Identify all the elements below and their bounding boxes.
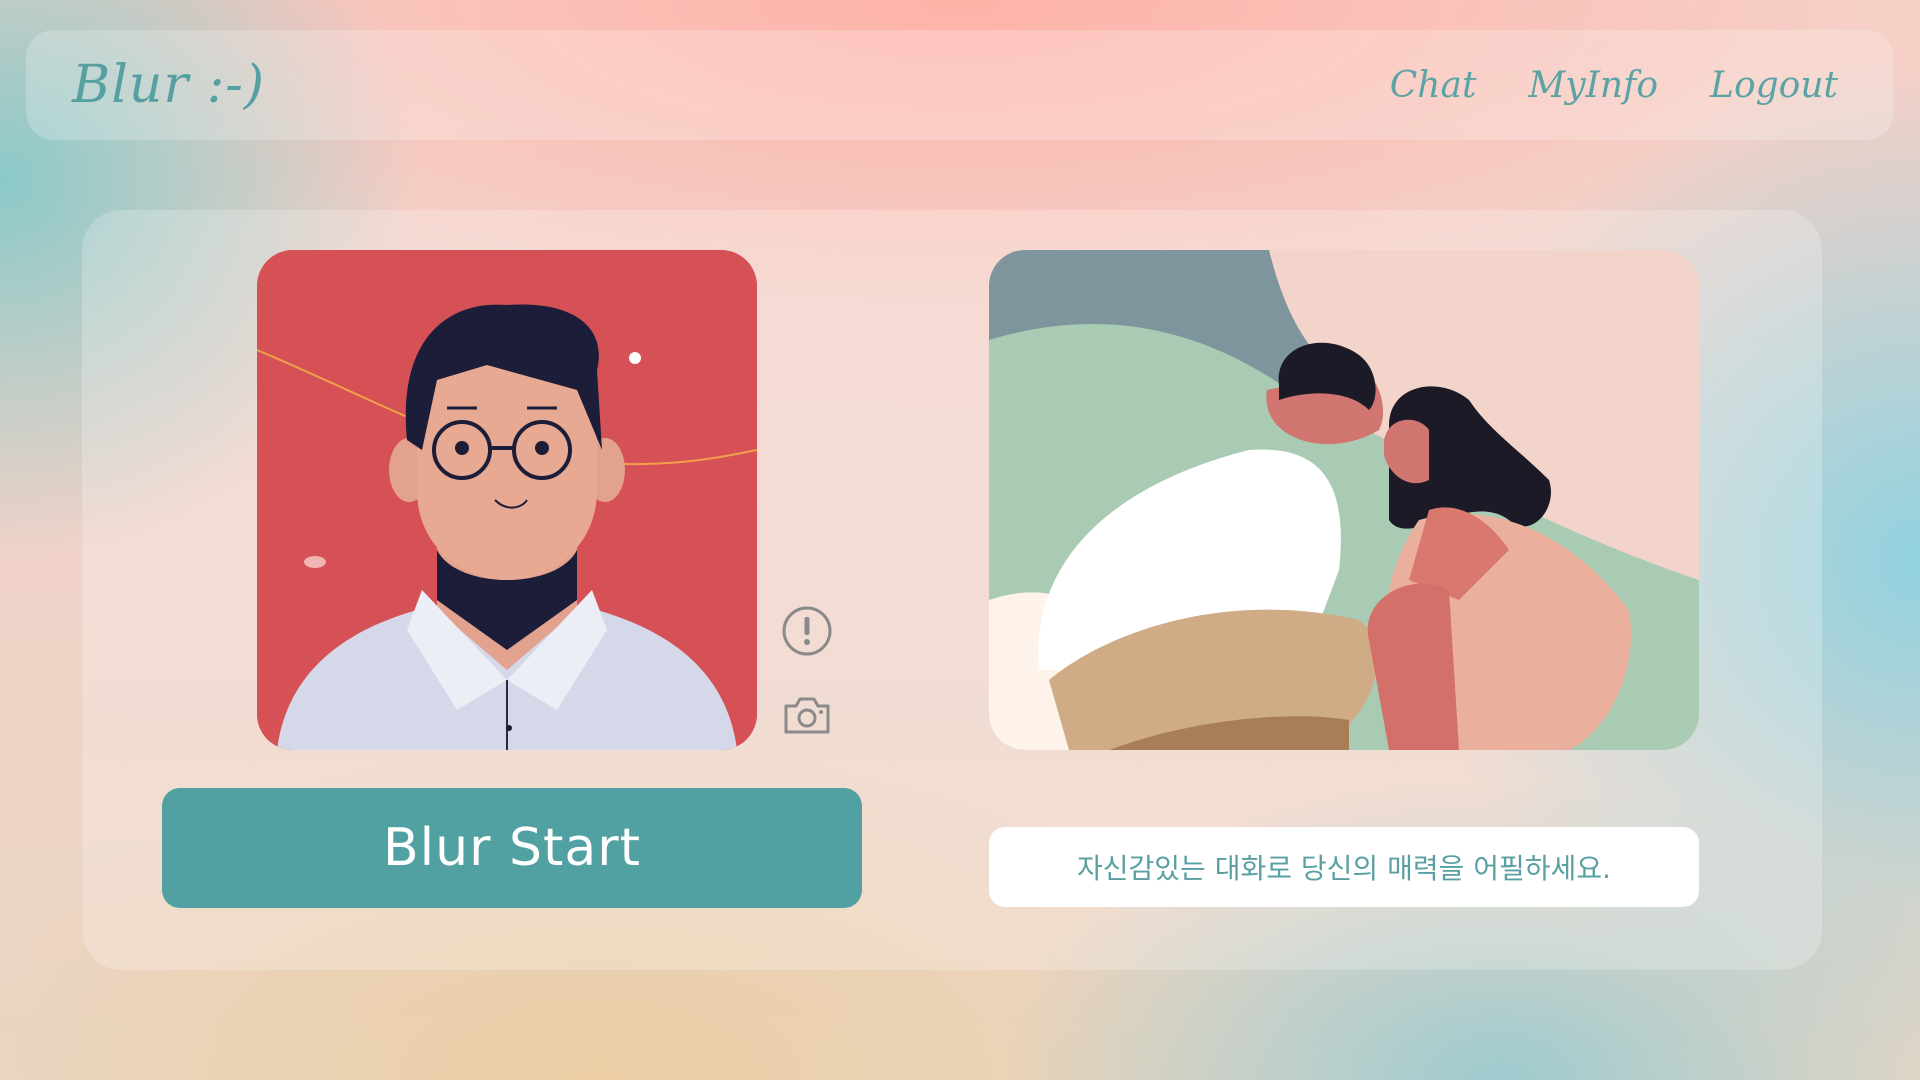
profile-image xyxy=(257,250,757,750)
couple-kissing-illustration xyxy=(989,250,1699,750)
nav-links: Chat MyInfo Logout xyxy=(1390,65,1838,106)
camera-icon[interactable] xyxy=(780,688,834,742)
man-with-glasses-illustration xyxy=(257,250,757,750)
couple-illustration xyxy=(989,250,1699,750)
app-logo[interactable]: Blur :-) xyxy=(72,55,265,115)
nav-chat-link[interactable]: Chat xyxy=(1390,65,1477,106)
tagline-text: 자신감있는 대화로 당신의 매력을 어필하세요. xyxy=(1077,852,1611,885)
blur-start-button[interactable]: Blur Start xyxy=(162,788,862,908)
nav-logout-link[interactable]: Logout xyxy=(1710,65,1838,106)
main-card: Blur Start 자신감있는 대화로 당신의 매력을 어필하세요. xyxy=(82,210,1822,970)
alert-circle-icon[interactable] xyxy=(780,604,834,658)
top-navbar: Blur :-) Chat MyInfo Logout xyxy=(26,30,1894,140)
nav-myinfo-link[interactable]: MyInfo xyxy=(1528,65,1658,106)
tagline-box: 자신감있는 대화로 당신의 매력을 어필하세요. xyxy=(989,827,1699,907)
